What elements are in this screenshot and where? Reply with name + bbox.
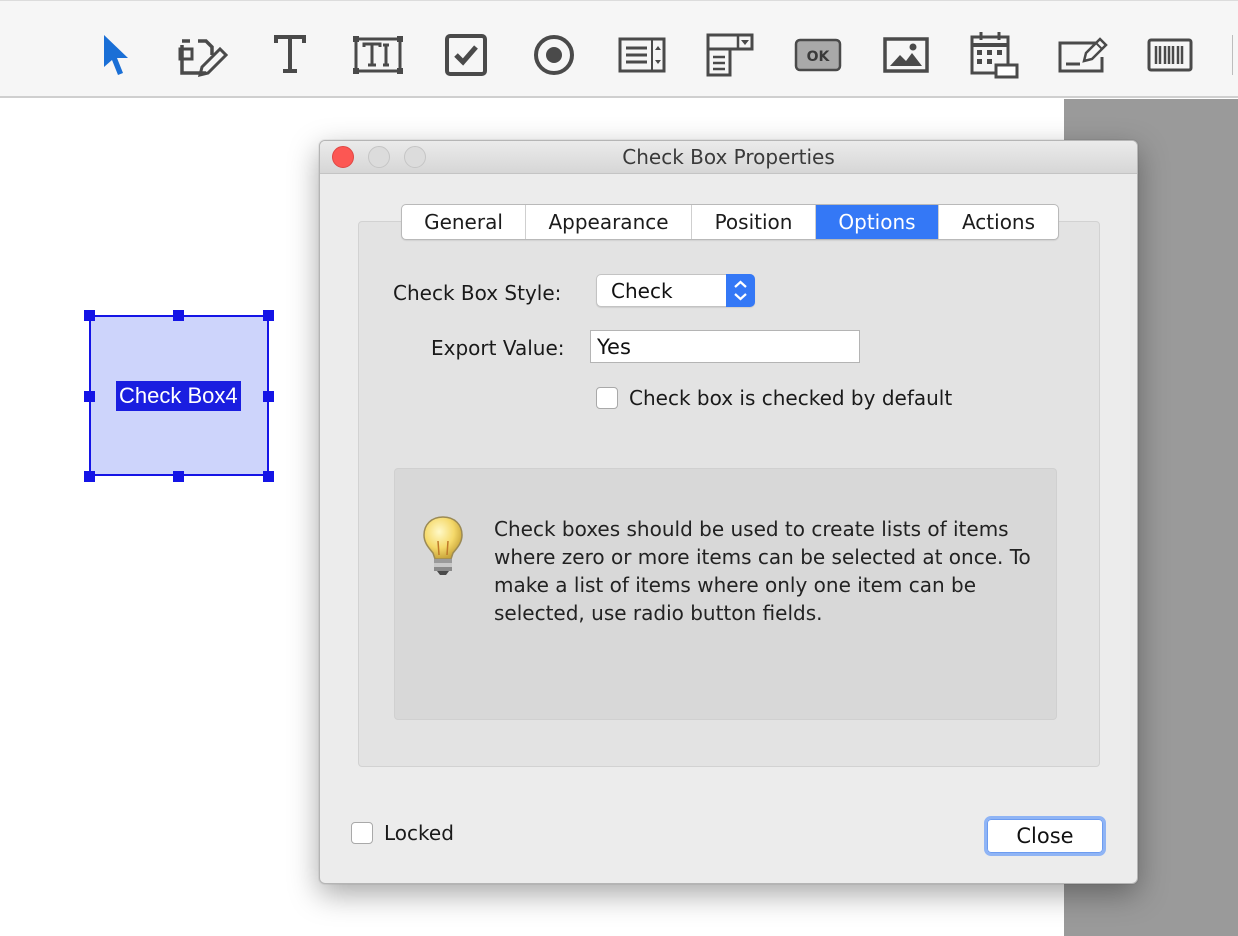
toolbar-separator xyxy=(1232,35,1233,75)
image-tool-button[interactable] xyxy=(878,27,934,83)
check-box-style-select[interactable]: Check xyxy=(596,274,755,307)
resize-handle-bottom-left[interactable] xyxy=(84,471,95,482)
checkbox-icon xyxy=(445,34,487,76)
radio-button-icon xyxy=(534,35,574,75)
resize-handle-right[interactable] xyxy=(263,391,274,402)
window-close-button[interactable] xyxy=(332,146,354,168)
signature-tool-button[interactable] xyxy=(1054,27,1110,83)
dialog-titlebar[interactable]: Check Box Properties xyxy=(320,141,1137,174)
properties-tab-bar: General Appearance Position Options Acti… xyxy=(401,204,1059,240)
check-box-style-label: Check Box Style: xyxy=(393,281,562,305)
barcode-icon xyxy=(1147,38,1193,72)
resize-handle-top-right[interactable] xyxy=(263,310,274,321)
checked-by-default-label[interactable]: Check box is checked by default xyxy=(629,385,952,411)
resize-handle-bottom-right[interactable] xyxy=(263,471,274,482)
image-icon xyxy=(883,37,929,73)
ok-button-icon: OK xyxy=(794,38,842,72)
tab-general[interactable]: General xyxy=(402,205,526,239)
chevron-up-down-icon xyxy=(734,280,747,301)
edit-form-tool-button[interactable] xyxy=(174,27,230,83)
lightbulb-icon xyxy=(423,516,463,575)
select-stepper xyxy=(726,274,755,307)
window-zoom-button[interactable] xyxy=(404,146,426,168)
list-box-icon xyxy=(618,37,666,73)
close-button[interactable]: Close xyxy=(984,816,1106,856)
resize-handle-left[interactable] xyxy=(84,391,95,402)
signature-pen-icon xyxy=(1058,37,1108,73)
radio-button-tool-button[interactable] xyxy=(526,27,582,83)
text-field-icon xyxy=(353,36,403,74)
form-toolbar: OK xyxy=(0,0,1238,98)
date-field-tool-button[interactable] xyxy=(966,27,1022,83)
text-tool-button[interactable] xyxy=(262,27,318,83)
barcode-tool-button[interactable] xyxy=(1142,27,1198,83)
locked-checkbox[interactable] xyxy=(351,822,373,844)
ok-icon-text: OK xyxy=(807,49,831,65)
tab-appearance[interactable]: Appearance xyxy=(526,205,692,239)
window-minimize-button[interactable] xyxy=(368,146,390,168)
dialog-title: Check Box Properties xyxy=(622,145,835,169)
resize-handle-top[interactable] xyxy=(173,310,184,321)
calendar-icon xyxy=(970,32,1019,79)
dropdown-icon xyxy=(706,33,754,77)
select-tool-button[interactable] xyxy=(88,27,144,83)
list-box-tool-button[interactable] xyxy=(614,27,670,83)
dropdown-tool-button[interactable] xyxy=(702,27,758,83)
text-t-icon xyxy=(274,35,306,73)
cursor-arrow-icon xyxy=(104,35,128,75)
resize-handle-bottom[interactable] xyxy=(173,471,184,482)
text-field-tool-button[interactable] xyxy=(350,27,406,83)
tab-position[interactable]: Position xyxy=(692,205,816,239)
tab-actions[interactable]: Actions xyxy=(939,205,1058,239)
checked-by-default-checkbox[interactable] xyxy=(596,387,618,409)
hint-text: Check boxes should be used to create lis… xyxy=(494,517,1031,625)
check-box-properties-dialog: Check Box Properties General Appearance … xyxy=(319,140,1138,884)
field-name-label: Check Box4 xyxy=(116,381,241,411)
check-box-style-value: Check xyxy=(611,279,673,303)
check-box-tool-button[interactable] xyxy=(438,27,494,83)
button-tool-button[interactable]: OK xyxy=(790,27,846,83)
locked-label[interactable]: Locked xyxy=(384,820,454,846)
export-value-label: Export Value: xyxy=(431,336,565,360)
hint-box: Check boxes should be used to create lis… xyxy=(394,468,1057,720)
export-value-field[interactable]: Yes xyxy=(590,330,860,363)
resize-handle-top-left[interactable] xyxy=(84,310,95,321)
tab-options[interactable]: Options xyxy=(816,205,939,239)
form-edit-icon xyxy=(178,39,228,78)
